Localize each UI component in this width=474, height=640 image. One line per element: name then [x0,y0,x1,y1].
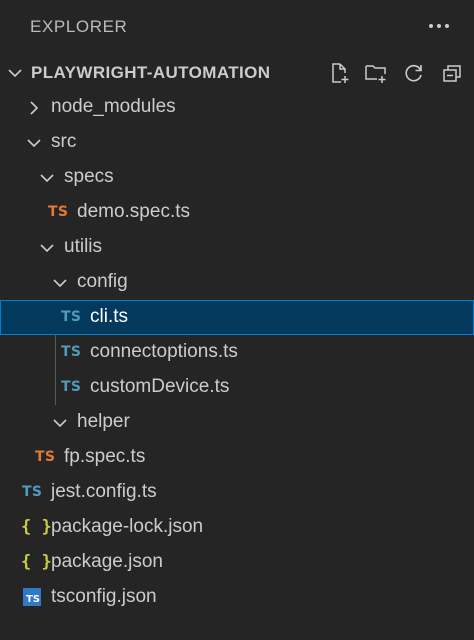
tree-item-label: tsconfig.json [51,586,157,607]
tree-item-package-json[interactable]: { } package.json [0,545,474,580]
typescript-icon: TS [61,344,82,360]
typescript-test-icon: TS [48,204,69,220]
tree-item-label: src [51,131,77,152]
tree-item-config[interactable]: config [0,265,474,300]
workspace-title: PLAYWRIGHT-AUTOMATION [31,63,271,82]
tsconfig-icon: TS [23,588,41,606]
tree-item-label: connectoptions.ts [90,341,238,362]
tree-item-specs[interactable]: specs [0,160,474,195]
chevron-down-icon [38,169,56,187]
tree-item-helper[interactable]: helper [0,405,474,440]
tree-item-cli-ts[interactable]: TS cli.ts [0,300,474,335]
workspace-section-header[interactable]: PLAYWRIGHT-AUTOMATION [0,54,474,91]
tree-item-fp-spec[interactable]: TS fp.spec.ts [0,440,474,475]
chevron-down-icon [38,239,56,257]
tree-item-label: utilis [64,236,103,257]
tree-item-utilis[interactable]: utilis [0,230,474,265]
tree-item-label: package-lock.json [51,516,204,537]
tree-item-node-modules[interactable]: node_modules [0,90,474,125]
chevron-down-icon [51,414,69,432]
typescript-icon: TS [61,309,82,325]
ellipsis-icon[interactable] [424,12,454,40]
tree-item-demo-spec[interactable]: TS demo.spec.ts [0,195,474,230]
tree-item-connectoptions[interactable]: TS connectoptions.ts [0,335,474,370]
explorer-title: EXPLORER [30,17,128,36]
json-icon: { } [21,517,52,537]
tree-item-label: fp.spec.ts [64,446,146,467]
tree-item-label: package.json [51,551,163,572]
tree-item-tsconfig[interactable]: TS tsconfig.json [0,580,474,615]
json-icon: { } [21,552,52,572]
new-folder-icon[interactable] [362,59,390,87]
tree-item-label: node_modules [51,96,176,117]
tree-item-customdevice[interactable]: TS customDevice.ts [0,370,474,405]
tree-item-label: jest.config.ts [51,481,157,502]
tree-item-label: cli.ts [90,306,128,327]
tree-item-label: demo.spec.ts [77,201,190,222]
chevron-right-icon [25,99,43,117]
new-file-icon[interactable] [325,59,353,87]
refresh-icon[interactable] [400,59,428,87]
typescript-test-icon: TS [35,449,56,465]
typescript-icon: TS [61,379,82,395]
tree-item-label: customDevice.ts [90,376,230,397]
tree-item-package-lock[interactable]: { } package-lock.json [0,510,474,545]
tree-item-label: config [77,271,128,292]
chevron-down-icon [25,134,43,152]
typescript-icon: TS [22,484,43,500]
tree-item-label: specs [64,166,114,187]
tree-item-src[interactable]: src [0,125,474,160]
tree-item-label: helper [77,411,130,432]
explorer-header: EXPLORER [0,0,474,54]
chevron-down-icon [6,64,24,82]
collapse-all-icon[interactable] [438,59,466,87]
tree-item-jest-config[interactable]: TS jest.config.ts [0,475,474,510]
chevron-down-icon [51,274,69,292]
